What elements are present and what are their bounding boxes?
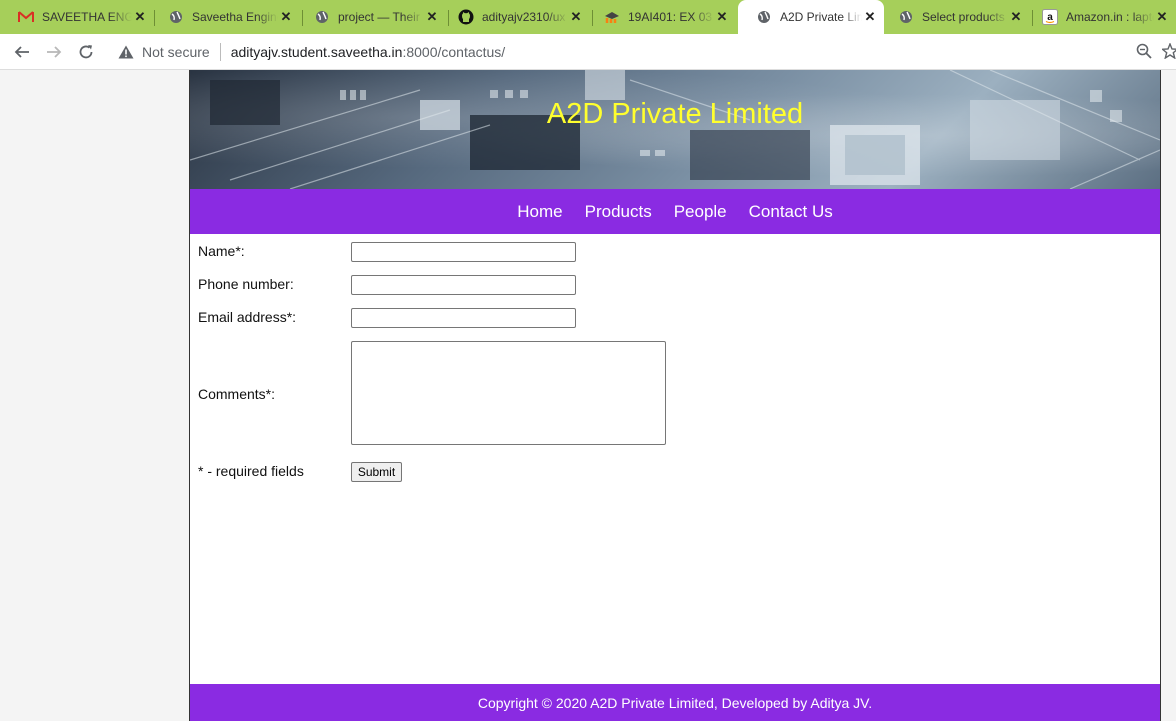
nav-home-link[interactable]: Home <box>517 202 562 222</box>
submit-button[interactable]: Submit <box>351 462 402 482</box>
main-navigation: Home Products People Contact Us <box>190 189 1160 234</box>
divider <box>219 43 221 61</box>
security-status[interactable]: Not secure <box>142 44 210 60</box>
tab-title: Select products <box>922 10 1005 24</box>
reload-button[interactable] <box>74 40 98 64</box>
bookmark-star-icon[interactable] <box>1162 43 1176 59</box>
tab-select-products[interactable]: Select products ✕ <box>880 0 1030 34</box>
tab-title: SAVEETHA ENGINEERING COLLEGE <box>42 10 132 24</box>
nav-products-link[interactable]: Products <box>585 202 652 222</box>
tab-title: A2D Private Limited <box>780 10 862 24</box>
globe-icon <box>168 9 184 25</box>
browser-toolbar: Not secure adityajv.student.saveetha.in:… <box>0 34 1176 70</box>
close-icon[interactable]: ✕ <box>1008 9 1024 25</box>
close-icon[interactable]: ✕ <box>132 9 148 25</box>
email-field[interactable] <box>351 308 576 328</box>
close-icon[interactable]: ✕ <box>278 9 294 25</box>
globe-icon <box>314 9 330 25</box>
url-path: :8000/contactus/ <box>402 44 506 60</box>
moodle-icon <box>604 9 620 25</box>
email-label: Email address*: <box>198 309 297 325</box>
comments-label: Comments*: <box>198 386 276 402</box>
tab-title: Amazon.in : laptop <box>1066 10 1154 24</box>
browser-tab-strip: SAVEETHA ENGINEERING COLLEGE ✕ Saveetha … <box>0 0 1176 34</box>
name-field[interactable] <box>351 242 576 262</box>
name-label: Name*: <box>198 243 245 259</box>
phone-label: Phone number: <box>198 276 294 292</box>
close-icon[interactable]: ✕ <box>862 9 878 25</box>
zoom-icon[interactable] <box>1136 43 1152 59</box>
nav-contact-us-link[interactable]: Contact Us <box>749 202 833 222</box>
reload-icon <box>79 45 93 59</box>
footer-copyright: Copyright © 2020 A2D Private Limited, De… <box>190 684 1160 721</box>
svg-text:a: a <box>1047 12 1053 23</box>
close-icon[interactable]: ✕ <box>1154 9 1170 25</box>
comments-textarea[interactable] <box>351 341 666 445</box>
phone-field[interactable] <box>351 275 576 295</box>
web-page: A2D Private Limited Home Products People… <box>189 70 1161 721</box>
tab-project[interactable]: project — Their ✕ <box>296 0 446 34</box>
tab-gmail[interactable]: SAVEETHA ENGINEERING COLLEGE ✕ <box>0 0 154 34</box>
globe-icon <box>898 9 914 25</box>
tab-moodle[interactable]: 19AI401: EX 03 ✕ <box>586 0 736 34</box>
gmail-icon <box>18 9 34 25</box>
tab-title: project — Their <box>338 10 420 24</box>
close-icon[interactable]: ✕ <box>424 9 440 25</box>
tab-title: adityajv2310/ux <box>482 10 566 24</box>
close-icon[interactable]: ✕ <box>714 9 730 25</box>
back-arrow-icon <box>14 46 29 58</box>
globe-icon <box>756 9 772 25</box>
tab-saveetha[interactable]: Saveetha Engineering College ✕ <box>150 0 300 34</box>
back-button[interactable] <box>10 40 34 64</box>
tab-title: Saveetha Engineering College <box>192 10 278 24</box>
url-host: adityajv.student.saveetha.in <box>230 44 403 60</box>
site-title: A2D Private Limited <box>546 98 804 130</box>
address-bar[interactable]: Not secure adityajv.student.saveetha.in:… <box>108 38 1176 66</box>
forward-arrow-icon <box>47 46 62 58</box>
close-icon[interactable]: ✕ <box>568 9 584 25</box>
tab-title: 19AI401: EX 03 <box>628 10 713 24</box>
header-banner: A2D Private Limited <box>190 70 1160 189</box>
warning-icon <box>118 45 134 59</box>
forward-button[interactable] <box>42 40 66 64</box>
tab-a2d-private-limited[interactable]: A2D Private Limited ✕ <box>738 0 884 34</box>
tab-amazon[interactable]: a Amazon.in : laptop ✕ <box>1024 0 1176 34</box>
nav-people-link[interactable]: People <box>674 202 727 222</box>
tab-github[interactable]: adityajv2310/ux ✕ <box>440 0 590 34</box>
required-fields-note: * - required fields <box>198 463 304 479</box>
github-icon <box>458 9 474 25</box>
amazon-icon: a <box>1042 9 1058 25</box>
